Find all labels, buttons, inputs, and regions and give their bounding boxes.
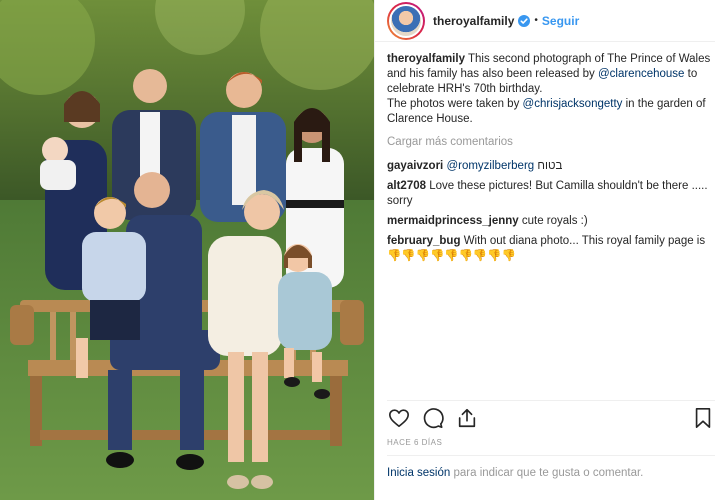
post-side-panel: theroyalfamily • Seguir theroyalfamily T… — [374, 0, 725, 500]
comments-section: theroyalfamily This second photograph of… — [375, 42, 725, 399]
comment-username[interactable]: gayaivzori — [387, 160, 443, 172]
family-photo-illustration — [0, 0, 374, 500]
comment-text: בטוח — [534, 160, 563, 172]
comment-item: alt2708 Love these pictures! But Camilla… — [387, 179, 713, 209]
login-link[interactable]: Inicia sesión — [387, 467, 450, 479]
comment-username[interactable]: mermaidprincess_jenny — [387, 215, 519, 227]
post-photo[interactable] — [0, 0, 374, 500]
profile-username[interactable]: theroyalfamily — [433, 14, 514, 28]
share-icon[interactable] — [455, 406, 479, 430]
heart-icon[interactable] — [387, 406, 411, 430]
comment-item: february_bug With out diana photo... Thi… — [387, 234, 713, 264]
post-header: theroyalfamily • Seguir — [375, 0, 715, 42]
comment-bubble-icon[interactable] — [421, 406, 445, 430]
follow-button[interactable]: Seguir — [542, 14, 579, 28]
verified-badge-icon — [518, 14, 531, 27]
comment-text: Love these pictures! But Camilla shouldn… — [387, 180, 708, 207]
login-prompt: Inicia sesión para indicar que te gusta … — [387, 455, 715, 481]
post-actions-bar — [387, 400, 715, 430]
load-more-comments-button[interactable]: Cargar más comentarios — [387, 135, 713, 150]
caption-text: The photos were taken by — [387, 98, 523, 110]
caption-mention-clarencehouse[interactable]: @clarencehouse — [598, 68, 684, 80]
bookmark-icon[interactable] — [691, 406, 715, 430]
comment-text: cute royals :) — [518, 215, 588, 227]
caption-mention-photographer[interactable]: @chrisjacksongetty — [523, 98, 623, 110]
header-separator: • — [534, 15, 538, 26]
comment-item: mermaidprincess_jenny cute royals :) — [387, 214, 713, 229]
instagram-post: theroyalfamily • Seguir theroyalfamily T… — [0, 0, 725, 500]
comment-item: gayaivzori @romyzilberberg בטוח — [387, 159, 713, 174]
comment-mention[interactable]: @romyzilberberg — [446, 160, 534, 172]
post-timestamp: HACE 6 DÍAS — [387, 438, 443, 447]
profile-avatar[interactable] — [387, 1, 425, 40]
login-prompt-text: para indicar que te gusta o comentar. — [450, 467, 644, 479]
avatar-image — [391, 5, 421, 36]
comment-username[interactable]: alt2708 — [387, 180, 426, 192]
comment-username[interactable]: february_bug — [387, 235, 461, 247]
post-caption: theroyalfamily This second photograph of… — [387, 52, 713, 127]
caption-username[interactable]: theroyalfamily — [387, 53, 465, 65]
